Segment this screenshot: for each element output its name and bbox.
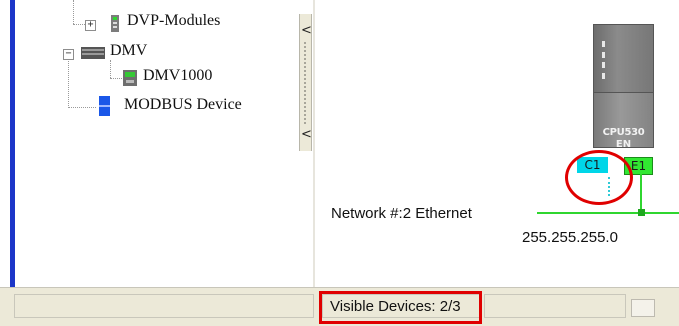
status-segment-main (14, 294, 314, 318)
highlight-circle (565, 150, 633, 205)
plc-device-cpu[interactable]: CPU530 EN (593, 92, 654, 150)
plc-model-label: CPU530 (602, 127, 645, 138)
plc-sub-label: EN (615, 139, 632, 150)
network-label: Network #:2 Ethernet (331, 205, 472, 222)
modbus-device-icon (99, 96, 110, 121)
tree-collapse-dmv[interactable]: − (63, 49, 74, 60)
status-bar: Visible Devices: 2/3 (0, 287, 679, 326)
collapse-arrow-icon[interactable]: < (301, 24, 312, 37)
left-edge-strip (0, 0, 15, 325)
resize-grip-icon[interactable] (631, 299, 655, 317)
collapse-arrow-icon-lower[interactable]: < (301, 128, 312, 141)
network-diagram-pane[interactable]: CPU530 EN C1 E1 Network #:2 Ethernet 255… (315, 0, 679, 287)
device-tree-pane[interactable]: + DVP-Modules − DMV DMV1000 MODBUS Devic… (15, 0, 299, 285)
dmv-device-icon (81, 46, 105, 64)
tree-expand-dvp-modules[interactable]: + (85, 20, 96, 31)
network-ip-label: 255.255.255.0 (522, 229, 618, 246)
camera-module-icon (123, 70, 137, 91)
e1-connection-line (640, 174, 642, 210)
tree-item-dmv[interactable]: DMV (110, 42, 147, 60)
tree-item-dvp-modules[interactable]: DVP-Modules (127, 12, 220, 30)
status-segment-extra (484, 294, 626, 318)
network-node-icon[interactable] (638, 209, 645, 216)
module-rack-icon (110, 15, 120, 37)
pane-splitter-handle[interactable]: < < (299, 14, 312, 151)
plc-device-top[interactable] (593, 24, 654, 93)
visible-devices-count: Visible Devices: 2/3 (330, 298, 461, 315)
tree-item-modbus-device[interactable]: MODBUS Device (124, 96, 242, 114)
ethernet-network-line[interactable] (537, 212, 679, 214)
tree-item-dmv1000[interactable]: DMV1000 (143, 67, 212, 85)
